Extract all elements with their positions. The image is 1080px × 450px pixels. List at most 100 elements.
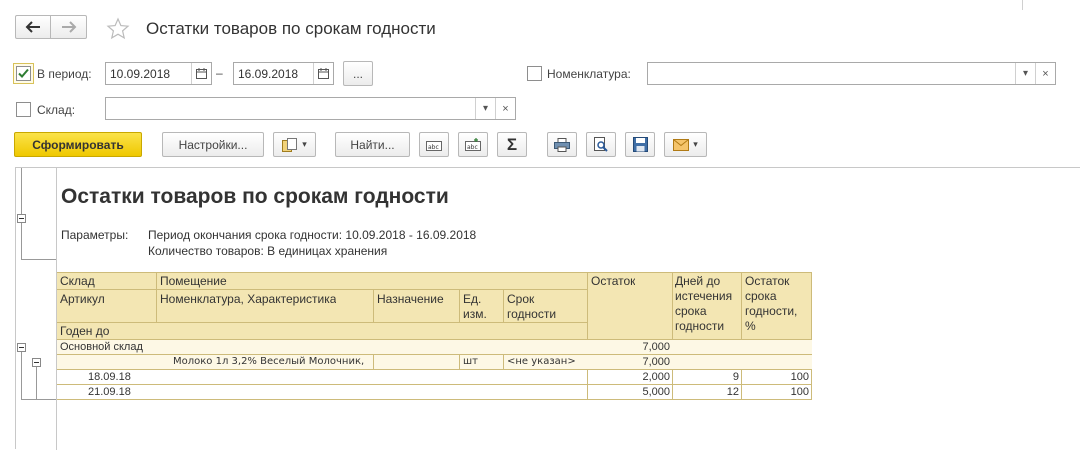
calendar-icon[interactable] bbox=[191, 63, 211, 84]
row-balance: 2,000 bbox=[642, 371, 670, 383]
grid-line bbox=[741, 272, 742, 400]
outline-line bbox=[36, 367, 37, 399]
expand-groups-button[interactable]: abc bbox=[458, 132, 488, 157]
col-unit: Ед. изм. bbox=[463, 292, 487, 321]
page-title: Остатки товаров по срокам годности bbox=[146, 19, 436, 38]
col-shelf-life: Срок годности bbox=[507, 292, 557, 321]
param-quantity: Количество товаров: В единицах хранения bbox=[148, 244, 388, 258]
svg-text:abc: abc bbox=[467, 144, 478, 151]
svg-text:abc: abc bbox=[428, 144, 439, 151]
report-document[interactable]: Остатки товаров по срокам годности Парам… bbox=[15, 167, 1080, 450]
table-row-item[interactable] bbox=[57, 355, 812, 369]
col-shelf-life-balance: Остаток срока годности, % bbox=[745, 274, 798, 333]
nomenclature-checkbox[interactable] bbox=[527, 66, 542, 81]
date-from-value[interactable]: 10.09.2018 bbox=[106, 67, 191, 81]
save-button[interactable] bbox=[625, 132, 655, 157]
envelope-icon bbox=[673, 138, 690, 151]
favorite-star-button[interactable] bbox=[106, 17, 130, 41]
chevron-down-icon: ▾ bbox=[693, 139, 698, 149]
warehouse-label: Склад: bbox=[37, 103, 76, 117]
item-unit: шт bbox=[463, 356, 478, 367]
printer-icon bbox=[554, 137, 570, 152]
variants-button[interactable]: ▾ bbox=[273, 132, 316, 157]
top-divider bbox=[1022, 0, 1023, 10]
item-name: Молоко 1л 3,2% Веселый Молочник, bbox=[173, 356, 365, 367]
period-checkbox[interactable] bbox=[16, 66, 31, 81]
expand-groups-icon: abc bbox=[465, 137, 481, 151]
outline-line bbox=[21, 259, 56, 260]
chevron-down-icon: ▾ bbox=[302, 139, 307, 149]
group-balance: 7,000 bbox=[642, 341, 670, 353]
clear-icon[interactable]: × bbox=[1035, 63, 1055, 84]
row-days: 12 bbox=[726, 386, 739, 398]
settings-button[interactable]: Настройки... bbox=[162, 132, 264, 157]
collapse-groups-icon: abc bbox=[426, 140, 442, 151]
star-icon bbox=[106, 17, 130, 40]
row-days: 9 bbox=[732, 371, 739, 383]
report-title: Остатки товаров по срокам годности bbox=[61, 185, 449, 208]
preview-button[interactable] bbox=[586, 132, 616, 157]
forward-button[interactable] bbox=[50, 15, 87, 39]
col-room: Помещение bbox=[160, 274, 227, 288]
grid-line bbox=[459, 355, 460, 369]
outline-line bbox=[21, 223, 22, 260]
find-button[interactable]: Найти... bbox=[335, 132, 410, 157]
row-date: 18.09.18 bbox=[88, 371, 131, 383]
back-button[interactable] bbox=[15, 15, 51, 39]
arrow-left-icon bbox=[25, 21, 40, 33]
floppy-disk-icon bbox=[632, 137, 648, 152]
sum-button[interactable]: Σ bbox=[497, 132, 527, 157]
collapse-title-group-icon[interactable] bbox=[17, 214, 26, 223]
warehouse-field[interactable]: ▾ × bbox=[105, 97, 516, 120]
clear-icon[interactable]: × bbox=[495, 98, 515, 119]
grid-line bbox=[503, 289, 504, 322]
table-row-group[interactable] bbox=[57, 340, 812, 354]
nomenclature-field[interactable]: ▾ × bbox=[647, 62, 1056, 85]
row-percent: 100 bbox=[790, 386, 809, 398]
grid-line bbox=[811, 272, 812, 400]
print-preview-icon bbox=[594, 137, 608, 152]
col-purpose: Назначение bbox=[377, 292, 444, 306]
grid-line bbox=[57, 272, 812, 273]
col-days-to-expiry: Дней до истечения срока годности bbox=[675, 274, 733, 333]
col-nomenclature: Номенклатура, Характеристика bbox=[160, 292, 337, 306]
grid-line bbox=[373, 289, 374, 322]
row-percent: 100 bbox=[790, 371, 809, 383]
row-date: 21.09.18 bbox=[88, 386, 131, 398]
param-period: Период окончания срока годности: 10.09.2… bbox=[148, 228, 477, 242]
col-warehouse: Склад bbox=[60, 274, 95, 288]
collapse-group-icon[interactable] bbox=[17, 343, 26, 352]
report-variants-icon bbox=[282, 137, 298, 152]
collapse-item-icon[interactable] bbox=[32, 358, 41, 367]
grid-line bbox=[57, 322, 587, 323]
grid-line bbox=[156, 272, 157, 322]
arrow-right-icon bbox=[61, 21, 76, 33]
checkmark-icon bbox=[18, 68, 29, 78]
generate-button[interactable]: Сформировать bbox=[14, 132, 142, 157]
grid-line bbox=[503, 355, 504, 369]
grid-line bbox=[459, 289, 460, 322]
dropdown-arrow-icon[interactable]: ▾ bbox=[1015, 63, 1035, 84]
col-valid-until: Годен до bbox=[60, 324, 110, 338]
collapse-groups-button[interactable]: abc bbox=[419, 132, 449, 157]
send-button[interactable]: ▾ bbox=[664, 132, 707, 157]
grid-line bbox=[57, 369, 812, 370]
grid-line bbox=[57, 384, 812, 385]
warehouse-checkbox[interactable] bbox=[16, 102, 31, 117]
select-period-button[interactable]: ... bbox=[343, 61, 373, 86]
outline-line bbox=[21, 168, 22, 215]
col-article: Артикул bbox=[60, 292, 105, 306]
date-to-value[interactable]: 16.09.2018 bbox=[234, 67, 313, 81]
grid-line bbox=[587, 272, 588, 400]
date-to-field[interactable]: 16.09.2018 bbox=[233, 62, 334, 85]
item-shelf-life: <не указан> bbox=[507, 356, 576, 367]
period-checkbox-frame[interactable] bbox=[13, 63, 34, 84]
outline-line bbox=[21, 352, 22, 399]
date-from-field[interactable]: 10.09.2018 bbox=[105, 62, 212, 85]
print-button[interactable] bbox=[547, 132, 577, 157]
dropdown-arrow-icon[interactable]: ▾ bbox=[475, 98, 495, 119]
period-label: В период: bbox=[37, 67, 92, 81]
params-label: Параметры: bbox=[61, 228, 129, 242]
calendar-icon[interactable] bbox=[313, 63, 333, 84]
grid-line bbox=[57, 399, 812, 400]
